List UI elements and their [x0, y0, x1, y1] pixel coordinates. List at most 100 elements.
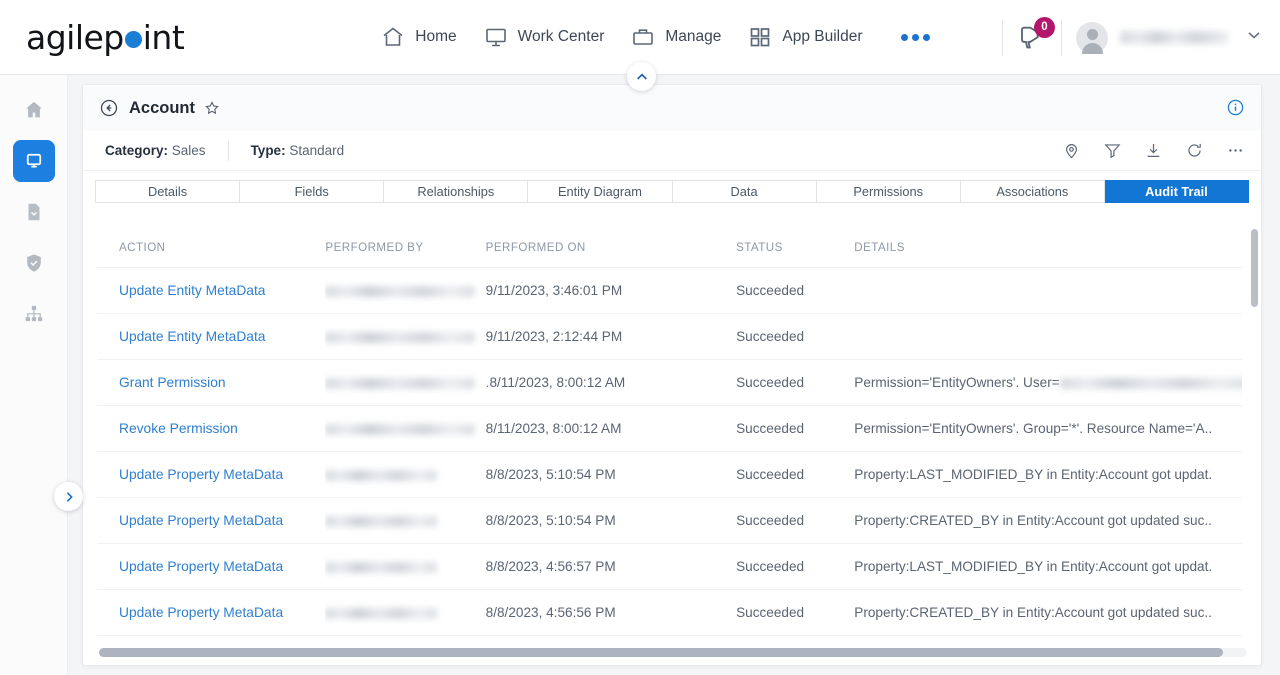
avatar-image: [1076, 21, 1108, 54]
entity-meta-bar: Category: Sales Type: Standard: [83, 131, 1261, 171]
timestamp-value: 8/11/2023, 8:00:12 AM: [489, 375, 626, 390]
action-link[interactable]: Revoke Permission: [119, 421, 238, 436]
tab-audit-trail[interactable]: Audit Trail: [1104, 180, 1249, 203]
horizontal-scrollbar-thumb[interactable]: [99, 648, 1223, 657]
header-collapse-button[interactable]: [627, 62, 656, 91]
content-panel: Account Category: Sales Type: Standard D…: [82, 84, 1262, 666]
cell-performed-by: [325, 267, 486, 314]
nav-label-work-center: Work Center: [517, 28, 605, 45]
download-icon[interactable]: [1144, 141, 1163, 160]
tab-relationships[interactable]: Relationships: [384, 180, 529, 203]
agilepoint-logo[interactable]: agilep int: [26, 18, 185, 57]
more-options-icon[interactable]: [1226, 141, 1245, 160]
type-meta: Type: Standard: [251, 143, 345, 158]
nav-label-manage: Manage: [665, 28, 722, 45]
location-pin-icon[interactable]: [1062, 141, 1081, 160]
details-text: Property:CREATED_BY in Entity:Account go…: [854, 513, 1212, 528]
table-row[interactable]: Update Property MetaData 8/8/2023, 5:10:5…: [97, 451, 1242, 498]
action-link[interactable]: Update Property MetaData: [119, 513, 283, 528]
table-row[interactable]: Update Property MetaData 8/8/2023, 4:56:5…: [97, 543, 1242, 590]
column-header-status[interactable]: STATUS: [736, 227, 855, 268]
action-link[interactable]: Update Entity MetaData: [119, 283, 265, 298]
document-icon: [28, 203, 39, 221]
filter-icon[interactable]: [1103, 141, 1122, 160]
breadcrumb: Account: [83, 85, 1261, 131]
tab-associations[interactable]: Associations: [960, 180, 1105, 203]
cell-action: Revoke Permission: [97, 405, 326, 452]
nav-label-home: Home: [415, 28, 457, 45]
cell-action: Update Property MetaData: [97, 543, 326, 590]
home-icon: [380, 25, 406, 49]
favorite-star-icon[interactable]: [204, 100, 220, 116]
vertical-scrollbar[interactable]: [1251, 229, 1258, 647]
nav-item-app-builder[interactable]: App Builder: [747, 25, 863, 49]
vertical-scrollbar-thumb[interactable]: [1251, 229, 1258, 307]
nav-item-home[interactable]: Home: [380, 25, 457, 49]
timestamp-value: 9/11/2023, 2:12:44 PM: [485, 329, 623, 344]
action-link[interactable]: Update Entity MetaData: [119, 329, 265, 344]
cell-performed-by: [325, 405, 486, 452]
table-row[interactable]: Grant Permission .8/11/2023, 8:00:12 AM Su…: [97, 359, 1242, 406]
nav-item-work-center[interactable]: Work Center: [483, 25, 605, 49]
audit-trail-table-container: ACTION PERFORMED BY PERFORMED ON STATUS …: [97, 227, 1245, 651]
tab-fields[interactable]: Fields: [240, 180, 385, 203]
grid-icon: [747, 25, 773, 49]
tab-data[interactable]: Data: [672, 180, 817, 203]
timestamp-value: 8/8/2023, 4:56:57 PM: [485, 559, 616, 574]
table-header-row: ACTION PERFORMED BY PERFORMED ON STATUS …: [97, 227, 1242, 268]
redacted-user-name: [325, 285, 476, 297]
tab-details[interactable]: Details: [95, 180, 241, 203]
horizontal-scrollbar[interactable]: [99, 648, 1247, 657]
nav-label-app-builder: App Builder: [782, 28, 863, 45]
cell-details: Property:CREATED_BY in Entity:Account go…: [854, 589, 1242, 636]
top-right-actions: 0: [988, 0, 1264, 75]
action-link[interactable]: Update Property MetaData: [119, 559, 283, 574]
sidebar-item-home[interactable]: [13, 89, 55, 131]
cell-performed-on: 8/8/2023, 4:56:57 PM: [485, 543, 737, 590]
cell-status: Succeeded: [736, 543, 855, 590]
cell-performed-by: [325, 497, 486, 544]
shield-check-icon: [26, 254, 41, 272]
sidebar-expand-button[interactable]: [54, 482, 83, 511]
refresh-icon[interactable]: [1185, 141, 1204, 160]
tab-permissions[interactable]: Permissions: [816, 180, 961, 203]
nav-item-manage[interactable]: Manage: [630, 25, 721, 49]
entity-tabs: Details Fields Relationships Entity Diag…: [83, 180, 1261, 203]
logo-dot-icon: [124, 30, 142, 48]
action-link[interactable]: Update Property MetaData: [119, 605, 283, 620]
back-button[interactable]: [99, 98, 119, 118]
cell-details: Permission='EntityOwners'. User=: [854, 359, 1242, 406]
category-meta: Category: Sales: [105, 143, 206, 158]
sidebar-item-work-center[interactable]: [12, 140, 55, 182]
sidebar-item-security[interactable]: [13, 242, 55, 284]
table-header: ACTION PERFORMED BY PERFORMED ON STATUS …: [97, 227, 1242, 268]
column-header-performed-on[interactable]: PERFORMED ON: [485, 227, 737, 268]
timestamp-value: 9/11/2023, 3:46:01 PM: [485, 283, 623, 298]
table-row[interactable]: Update Entity MetaData 9/11/2023, 2:12:44…: [97, 313, 1242, 360]
sidebar-item-hierarchy[interactable]: [13, 293, 55, 335]
sidebar-item-documents[interactable]: [13, 191, 55, 233]
table-row[interactable]: Revoke Permission 8/11/2023, 8:00:12 AM Su…: [97, 405, 1242, 452]
nav-more-menu-icon[interactable]: [900, 33, 930, 41]
column-header-performed-by[interactable]: PERFORMED BY: [325, 227, 486, 268]
cell-performed-on: 9/11/2023, 3:46:01 PM: [485, 267, 737, 314]
redacted-user-name: [325, 423, 476, 435]
avatar-head-shape: [1086, 28, 1098, 40]
column-header-details[interactable]: DETAILS: [854, 227, 1242, 268]
action-link[interactable]: Grant Permission: [119, 375, 226, 390]
redacted-user-name: [325, 377, 476, 389]
announcements-button[interactable]: 0: [1017, 16, 1055, 53]
org-chart-icon: [25, 305, 42, 322]
table-row[interactable]: Update Property MetaData 8/8/2023, 5:10:5…: [97, 497, 1242, 544]
avatar[interactable]: [1076, 21, 1108, 54]
table-row[interactable]: Update Property MetaData 8/8/2023, 4:56:5…: [97, 589, 1242, 636]
column-header-action[interactable]: ACTION: [97, 227, 326, 268]
table-row[interactable]: Update Entity MetaData 9/11/2023, 3:46:01…: [97, 267, 1242, 314]
cell-performed-on: 8/8/2023, 5:10:54 PM: [485, 451, 737, 498]
action-link[interactable]: Update Property MetaData: [119, 467, 283, 482]
page-title: Account: [129, 98, 195, 117]
user-menu-chevron-down-icon[interactable]: [1244, 25, 1264, 50]
divider: [1002, 19, 1003, 56]
info-circle-icon[interactable]: [1226, 98, 1245, 117]
tab-entity-diagram[interactable]: Entity Diagram: [528, 180, 673, 203]
